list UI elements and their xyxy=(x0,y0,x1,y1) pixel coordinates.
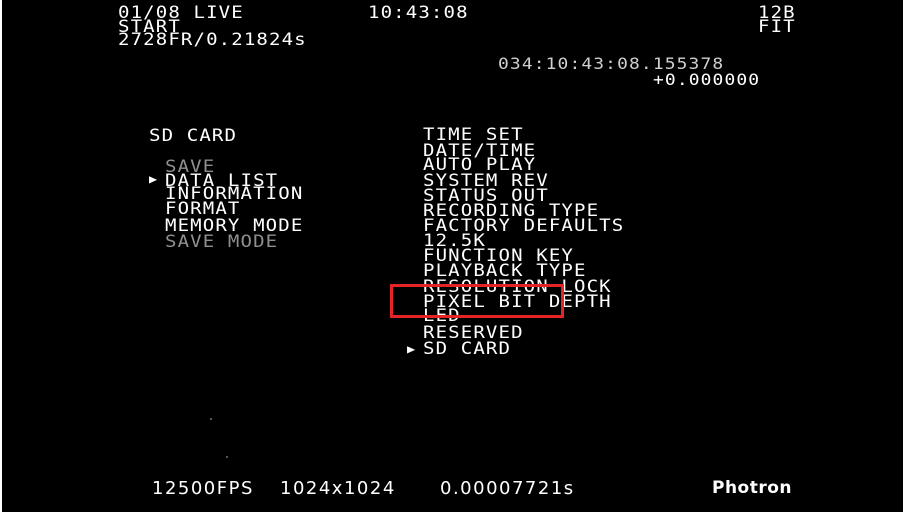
timestamp-readout: 034:10:43:08.155378 xyxy=(498,54,725,73)
frame-count: 2728FR/0.21824s xyxy=(118,30,307,50)
fit-indicator: FIT xyxy=(758,17,796,37)
time-offset: +0.000000 xyxy=(653,70,761,89)
camera-osd-screen: 01/08 LIVE START 2728FR/0.21824s 10:43:0… xyxy=(2,0,903,512)
submenu-title: SD CARD xyxy=(149,126,238,146)
submenu-item-format[interactable]: FORMAT xyxy=(165,201,241,218)
clock-time: 10:43:08 xyxy=(368,3,469,23)
selection-arrow-icon: ▶ xyxy=(149,172,159,186)
selection-arrow-icon: ▶ xyxy=(407,342,417,356)
footer-resolution: 1024x1024 xyxy=(280,478,396,499)
photron-logo: Photron xyxy=(712,478,793,498)
highlight-box xyxy=(390,284,564,318)
submenu-item-save-mode[interactable]: SAVE MODE xyxy=(165,234,278,251)
noise-speck xyxy=(210,418,212,420)
noise-speck xyxy=(226,456,228,458)
footer-shutter: 0.00007721s xyxy=(440,478,575,499)
footer-fps: 12500FPS xyxy=(152,478,254,499)
menu-item-sd-card[interactable]: SD CARD xyxy=(423,341,511,358)
